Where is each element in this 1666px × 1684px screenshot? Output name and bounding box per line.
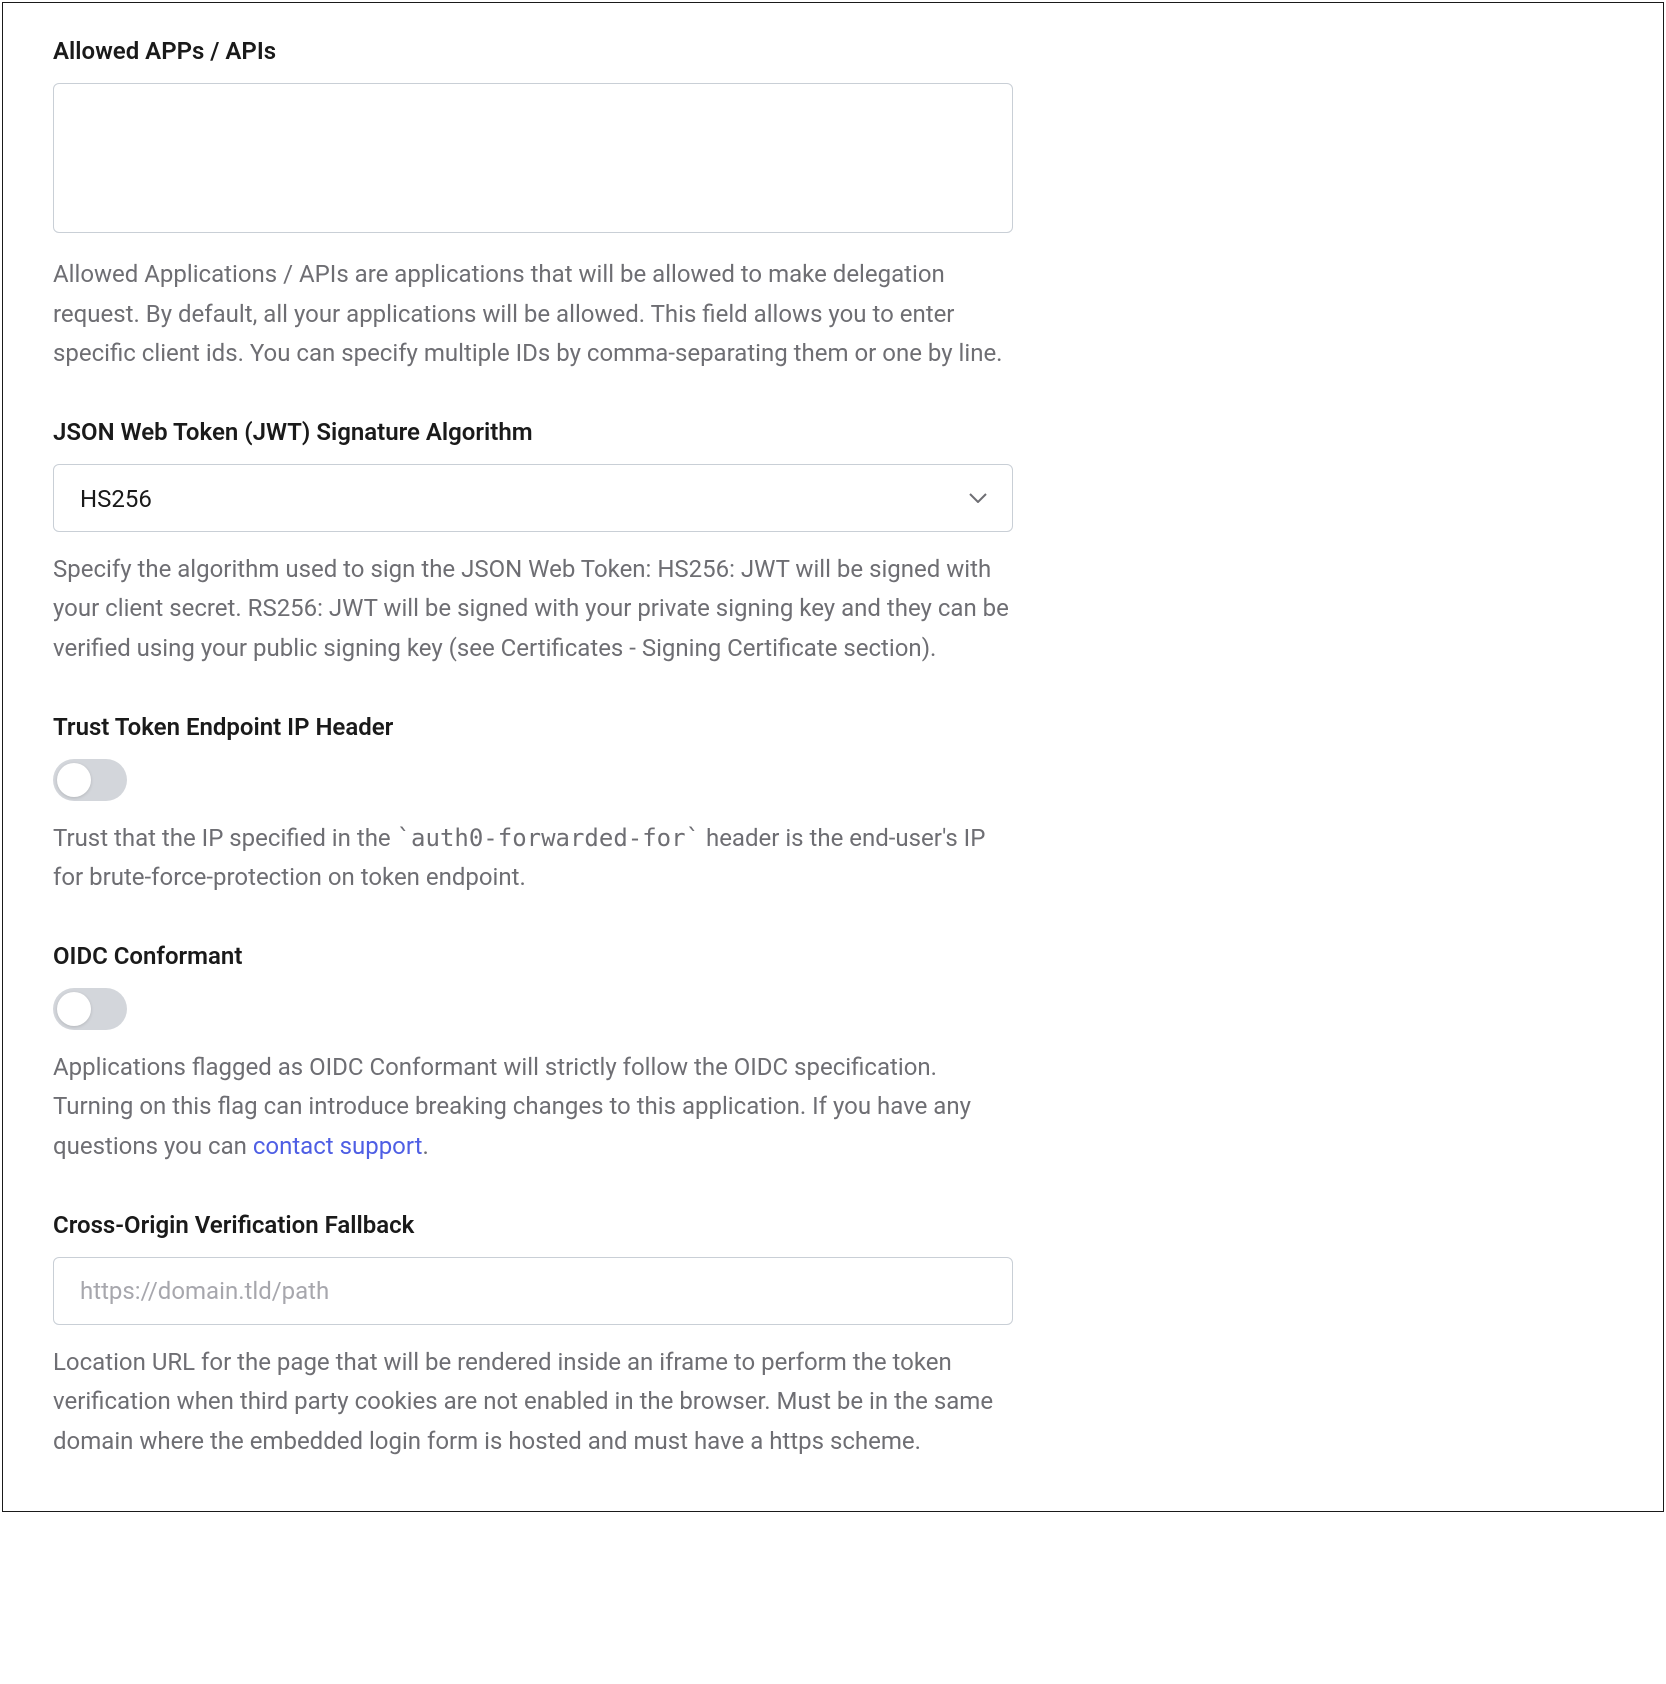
cross-origin-help: Location URL for the page that will be r… [53, 1343, 1013, 1462]
trust-ip-field: Trust Token Endpoint IP Header Trust tha… [53, 713, 1013, 898]
cross-origin-input[interactable] [53, 1257, 1013, 1325]
oidc-help-pre: Applications flagged as OIDC Conformant … [53, 1053, 971, 1160]
contact-support-link[interactable]: contact support [253, 1132, 423, 1160]
trust-ip-help: Trust that the IP specified in the `auth… [53, 819, 1013, 898]
trust-ip-help-code: `auth0-forwarded-for` [397, 824, 700, 852]
allowed-apps-input[interactable] [53, 83, 1013, 233]
cross-origin-field: Cross-Origin Verification Fallback Locat… [53, 1211, 1013, 1462]
trust-ip-help-pre: Trust that the IP specified in the [53, 824, 397, 852]
jwt-alg-label: JSON Web Token (JWT) Signature Algorithm [53, 418, 1013, 446]
oidc-help-post: . [422, 1132, 428, 1160]
allowed-apps-help: Allowed Applications / APIs are applicat… [53, 255, 1013, 374]
jwt-alg-select-wrapper: HS256 [53, 464, 1013, 532]
form-column: Allowed APPs / APIs Allowed Applications… [53, 37, 1013, 1461]
toggle-knob [57, 992, 91, 1026]
jwt-alg-select[interactable]: HS256 [53, 464, 1013, 532]
cross-origin-label: Cross-Origin Verification Fallback [53, 1211, 1013, 1239]
allowed-apps-field: Allowed APPs / APIs Allowed Applications… [53, 37, 1013, 374]
oidc-label: OIDC Conformant [53, 942, 1013, 970]
jwt-alg-help: Specify the algorithm used to sign the J… [53, 550, 1013, 669]
allowed-apps-label: Allowed APPs / APIs [53, 37, 1013, 65]
oidc-help: Applications flagged as OIDC Conformant … [53, 1048, 1013, 1167]
settings-panel: Allowed APPs / APIs Allowed Applications… [2, 2, 1664, 1512]
trust-ip-toggle[interactable] [53, 759, 127, 801]
oidc-toggle[interactable] [53, 988, 127, 1030]
trust-ip-label: Trust Token Endpoint IP Header [53, 713, 1013, 741]
toggle-knob [57, 763, 91, 797]
oidc-field: OIDC Conformant Applications flagged as … [53, 942, 1013, 1167]
jwt-alg-field: JSON Web Token (JWT) Signature Algorithm… [53, 418, 1013, 669]
